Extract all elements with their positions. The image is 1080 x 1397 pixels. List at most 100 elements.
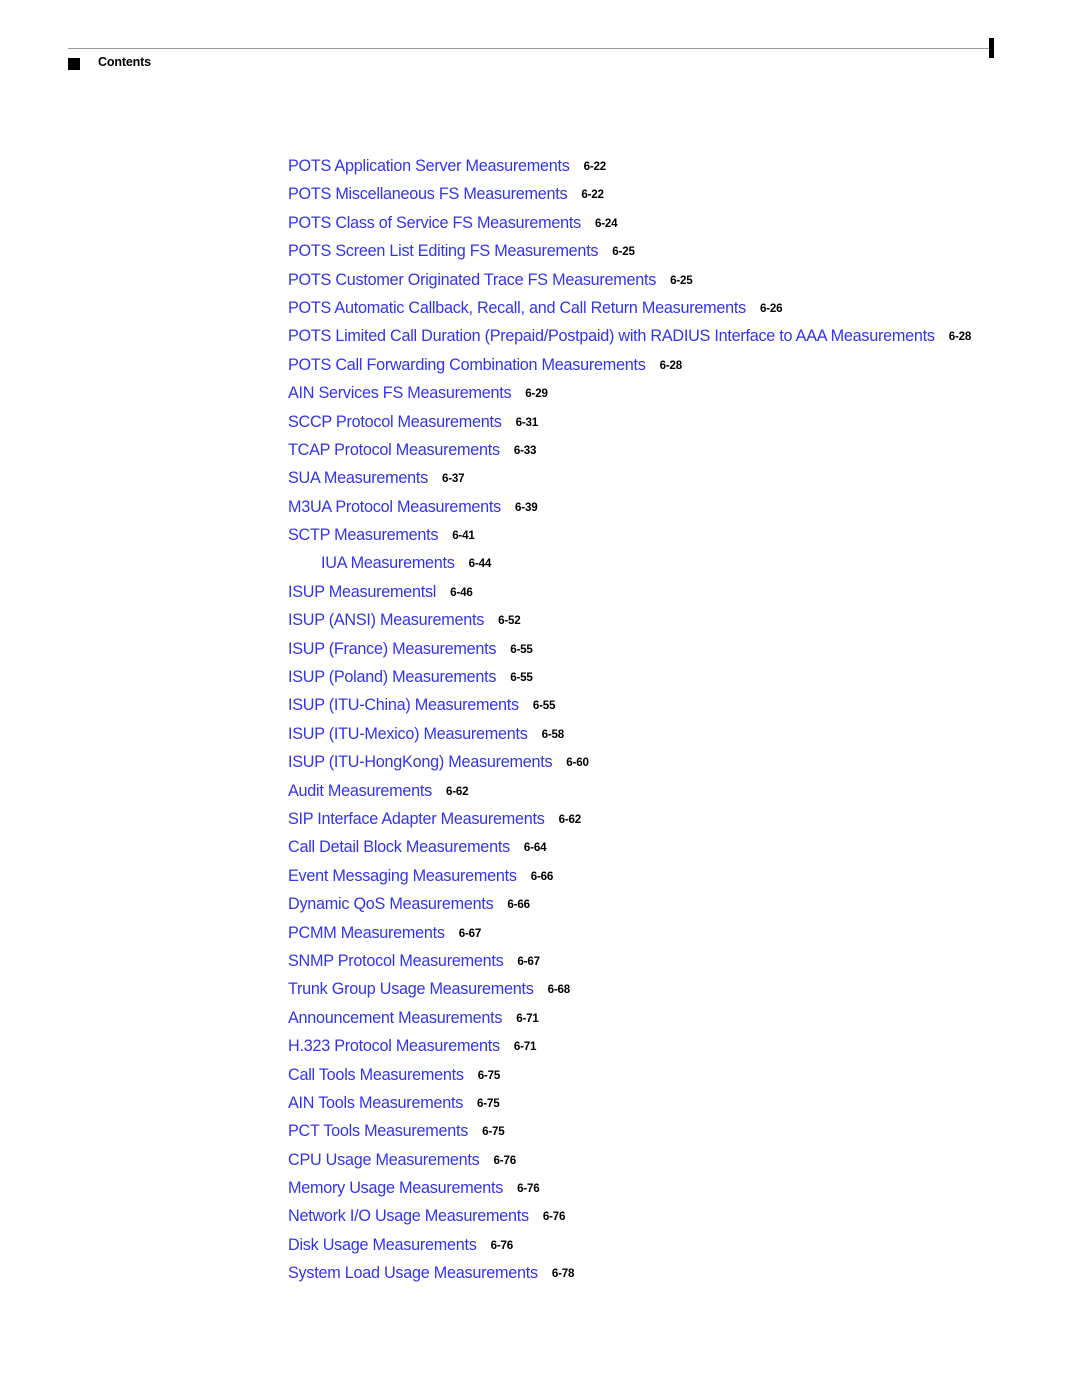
table-of-contents: POTS Application Server Measurements 6-22… [0, 152, 1080, 1288]
toc-entry-title[interactable]: POTS Application Server Measurements [288, 152, 570, 180]
toc-entry-page-number: 6-76 [490, 1238, 514, 1252]
toc-entry[interactable]: ISUP (ANSI) Measurements 6-52 [0, 606, 1080, 634]
toc-entry-page-number: 6-26 [759, 301, 783, 315]
toc-entry-page-number: 6-41 [452, 529, 475, 543]
document-page: Contents POTS Application Server Measure… [0, 0, 1080, 1397]
toc-entry-title[interactable]: Announcement Measurements [288, 1004, 502, 1032]
toc-entry-title[interactable]: Dynamic QoS Measurements [288, 890, 494, 918]
toc-entry-title[interactable]: AIN Tools Measurements [288, 1089, 463, 1117]
toc-entry-title[interactable]: ISUP (ANSI) Measurements [288, 606, 484, 634]
toc-entry-page-number: 6-60 [566, 756, 589, 770]
toc-entry-title[interactable]: H.323 Protocol Measurements [288, 1032, 500, 1060]
toc-entry[interactable]: Trunk Group Usage Measurements 6-68 [0, 975, 1080, 1003]
toc-entry[interactable]: TCAP Protocol Measurements 6-33 [0, 436, 1080, 464]
toc-entry-title[interactable]: Trunk Group Usage Measurements [288, 975, 534, 1003]
toc-entry-title[interactable]: M3UA Protocol Measurements [288, 493, 501, 521]
toc-entry[interactable]: SCTP Measurements 6-41 [0, 521, 1080, 549]
toc-entry-title[interactable]: SCCP Protocol Measurements [288, 408, 502, 436]
toc-entry[interactable]: ISUP (ITU-China) Measurements 6-55 [0, 691, 1080, 719]
toc-entry[interactable]: SCCP Protocol Measurements 6-31 [0, 408, 1080, 436]
toc-entry[interactable]: M3UA Protocol Measurements 6-39 [0, 493, 1080, 521]
toc-entry-title[interactable]: POTS Screen List Editing FS Measurements [288, 237, 599, 265]
header-edge-tab-marker [989, 38, 994, 58]
toc-entry-title[interactable]: SUA Measurements [288, 464, 428, 492]
toc-entry[interactable]: POTS Automatic Callback, Recall, and Cal… [0, 294, 1080, 322]
toc-entry[interactable]: POTS Miscellaneous FS Measurements 6-22 [0, 180, 1080, 208]
toc-entry[interactable]: Memory Usage Measurements 6-76 [0, 1174, 1080, 1202]
toc-entry[interactable]: System Load Usage Measurements 6-78 [0, 1259, 1080, 1287]
toc-entry[interactable]: PCMM Measurements 6-67 [0, 919, 1080, 947]
toc-entry-title[interactable]: Network I/O Usage Measurements [288, 1202, 529, 1230]
toc-entry-title[interactable]: Audit Measurements [288, 777, 432, 805]
toc-entry-title[interactable]: Disk Usage Measurements [288, 1231, 477, 1259]
toc-entry[interactable]: Dynamic QoS Measurements 6-66 [0, 890, 1080, 918]
toc-entry[interactable]: POTS Call Forwarding Combination Measure… [0, 351, 1080, 379]
toc-entry[interactable]: H.323 Protocol Measurements 6-71 [0, 1032, 1080, 1060]
toc-entry-title[interactable]: AIN Services FS Measurements [288, 379, 512, 407]
toc-entry-title[interactable]: TCAP Protocol Measurements [288, 436, 500, 464]
toc-entry-title[interactable]: POTS Call Forwarding Combination Measure… [288, 351, 646, 379]
toc-entry[interactable]: POTS Class of Service FS Measurements 6-2… [0, 209, 1080, 237]
toc-entry[interactable]: SIP Interface Adapter Measurements 6-62 [0, 805, 1080, 833]
toc-entry-title[interactable]: CPU Usage Measurements [288, 1146, 480, 1174]
toc-entry[interactable]: Disk Usage Measurements 6-76 [0, 1231, 1080, 1259]
toc-entry[interactable]: CPU Usage Measurements 6-76 [0, 1146, 1080, 1174]
toc-entry-page-number: 6-64 [523, 841, 547, 855]
header-rule [68, 48, 992, 49]
toc-entry-title[interactable]: PCMM Measurements [288, 919, 445, 947]
toc-entry-page-number: 6-29 [525, 387, 548, 401]
toc-entry[interactable]: POTS Limited Call Duration (Prepaid/Post… [0, 322, 1080, 350]
toc-entry[interactable]: POTS Customer Originated Trace FS Measur… [0, 266, 1080, 294]
toc-entry[interactable]: Event Messaging Measurements 6-66 [0, 862, 1080, 890]
toc-entry-title[interactable]: SIP Interface Adapter Measurements [288, 805, 545, 833]
toc-entry-title[interactable]: POTS Customer Originated Trace FS Measur… [288, 266, 656, 294]
toc-entry[interactable]: ISUP (ITU-HongKong) Measurements 6-60 [0, 748, 1080, 776]
toc-entry[interactable]: Call Tools Measurements 6-75 [0, 1061, 1080, 1089]
toc-entry[interactable]: SUA Measurements 6-37 [0, 464, 1080, 492]
toc-entry[interactable]: PCT Tools Measurements 6-75 [0, 1117, 1080, 1145]
toc-entry-title[interactable]: POTS Miscellaneous FS Measurements [288, 180, 568, 208]
toc-entry-page-number: 6-55 [510, 671, 533, 685]
toc-entry-title[interactable]: SCTP Measurements [288, 521, 438, 549]
toc-entry-title[interactable]: Memory Usage Measurements [288, 1174, 503, 1202]
toc-entry[interactable]: ISUP (ITU-Mexico) Measurements 6-58 [0, 720, 1080, 748]
toc-entry-page-number: 6-62 [445, 784, 469, 798]
toc-entry[interactable]: POTS Application Server Measurements 6-22 [0, 152, 1080, 180]
toc-entry-page-number: 6-67 [517, 954, 540, 968]
toc-entry-title[interactable]: ISUP (Poland) Measurements [288, 663, 496, 691]
toc-entry-page-number: 6-55 [510, 642, 533, 656]
toc-entry[interactable]: POTS Screen List Editing FS Measurements… [0, 237, 1080, 265]
toc-entry-title[interactable]: POTS Class of Service FS Measurements [288, 209, 581, 237]
toc-entry-title[interactable]: IUA Measurements [321, 549, 455, 577]
toc-entry-title[interactable]: Call Tools Measurements [288, 1061, 464, 1089]
toc-entry[interactable]: AIN Services FS Measurements 6-29 [0, 379, 1080, 407]
toc-entry[interactable]: ISUP Measurementsl 6-46 [0, 578, 1080, 606]
toc-entry-title[interactable]: POTS Automatic Callback, Recall, and Cal… [288, 294, 746, 322]
toc-entry-title[interactable]: ISUP (ITU-China) Measurements [288, 691, 519, 719]
toc-entry[interactable]: Audit Measurements 6-62 [0, 777, 1080, 805]
toc-entry-page-number: 6-71 [513, 1040, 537, 1054]
toc-entry-title[interactable]: POTS Limited Call Duration (Prepaid/Post… [288, 322, 935, 350]
toc-entry-title[interactable]: ISUP (ITU-HongKong) Measurements [288, 748, 553, 776]
toc-entry[interactable]: ISUP (Poland) Measurements 6-55 [0, 663, 1080, 691]
toc-entry[interactable]: ISUP (France) Measurements 6-55 [0, 635, 1080, 663]
toc-entry[interactable]: IUA Measurements 6-44 [0, 549, 1080, 577]
toc-entry-title[interactable]: ISUP Measurementsl [288, 578, 436, 606]
toc-entry-title[interactable]: System Load Usage Measurements [288, 1259, 538, 1287]
toc-entry-page-number: 6-25 [612, 245, 635, 259]
toc-entry-title[interactable]: PCT Tools Measurements [288, 1117, 468, 1145]
toc-entry-page-number: 6-28 [948, 330, 972, 344]
toc-entry[interactable]: Network I/O Usage Measurements 6-76 [0, 1202, 1080, 1230]
toc-entry[interactable]: Call Detail Block Measurements 6-64 [0, 833, 1080, 861]
toc-entry-title[interactable]: Event Messaging Measurements [288, 862, 517, 890]
toc-entry-title[interactable]: Call Detail Block Measurements [288, 833, 510, 861]
toc-entry-title[interactable]: ISUP (ITU-Mexico) Measurements [288, 720, 528, 748]
toc-entry-page-number: 6-31 [515, 415, 539, 429]
toc-entry[interactable]: SNMP Protocol Measurements 6-67 [0, 947, 1080, 975]
toc-entry[interactable]: AIN Tools Measurements 6-75 [0, 1089, 1080, 1117]
page-header: Contents [0, 0, 1080, 90]
toc-entry-title[interactable]: ISUP (France) Measurements [288, 635, 496, 663]
toc-entry[interactable]: Announcement Measurements 6-71 [0, 1004, 1080, 1032]
toc-entry-page-number: 6-25 [670, 273, 693, 287]
toc-entry-title[interactable]: SNMP Protocol Measurements [288, 947, 504, 975]
